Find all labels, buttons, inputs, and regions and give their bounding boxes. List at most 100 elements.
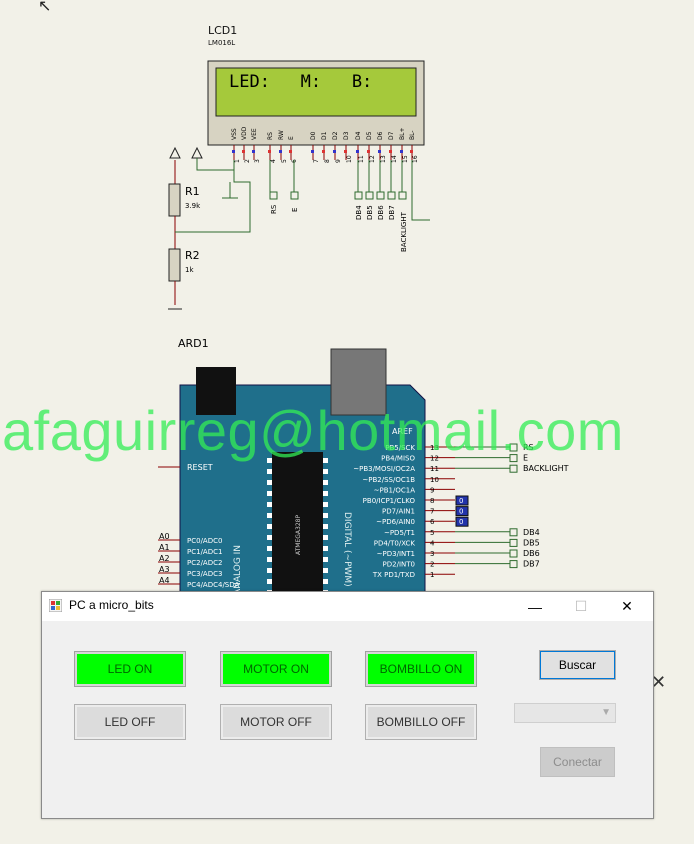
lcd-ref: LCD1 (208, 24, 238, 37)
digital-pin-name: ~PB3/MOSI/OC2A (353, 465, 415, 473)
net-label: DB7 (523, 560, 540, 569)
ard-ref: ARD1 (178, 337, 209, 350)
analog-pin-a-label: A1 (159, 543, 170, 552)
lcd-pin-name: BL- (409, 130, 416, 140)
lcd-net-terminals (269, 191, 407, 200)
led-off-button[interactable]: LED OFF (74, 704, 186, 740)
chip-pin (267, 546, 272, 551)
chip-pin (267, 524, 272, 529)
digital-pin-name: PD4/T0/XCK (374, 539, 416, 547)
net-db7-label: DB7 (388, 205, 396, 220)
mouse-cursor-icon: ↖ (38, 0, 52, 15)
lcd-pin-number: 9 (335, 159, 342, 163)
r1-resistor (168, 160, 181, 250)
pin-state-marker (400, 150, 403, 153)
digital-pin-name: PD7/AIN1 (382, 508, 415, 516)
chip-pin (267, 513, 272, 518)
net-db5-label: DB5 (366, 205, 374, 220)
digital-pin-name: ~PB1/OC1A (374, 486, 416, 494)
lcd-pin-name: D2 (332, 131, 339, 140)
net-label: BACKLIGHT (523, 464, 569, 473)
chip-pin (267, 579, 272, 584)
pin-state-marker (268, 150, 271, 153)
lcd-pin-name: RW (278, 130, 285, 140)
analog-pin-name: PC0/ADC0 (187, 537, 222, 545)
chip-pin (267, 491, 272, 496)
chip-pin (267, 535, 272, 540)
analog-pin-a-label: A0 (159, 532, 170, 541)
lcd-pin-name: D3 (343, 131, 350, 140)
lcd-pin-name: BL+ (399, 128, 406, 141)
port-combo[interactable]: ▼ (514, 703, 616, 723)
reset-label: RESET (187, 463, 213, 472)
lcd-pin-number: 7 (313, 159, 320, 163)
lcd-pin-number: 11 (358, 155, 365, 163)
r1-value: 3.9k (185, 202, 201, 210)
pin-state-marker (344, 150, 347, 153)
lcd-pin-name: D4 (355, 131, 362, 140)
analog-pin-name: PC4/ADC4/SDA (187, 581, 240, 589)
digital-pin-number: 9 (430, 486, 434, 494)
chip-pin (323, 469, 328, 474)
pin-state-marker (410, 150, 413, 153)
lcd-pin-number: 12 (369, 155, 376, 163)
bombillo-on-button[interactable]: BOMBILLO ON (365, 651, 477, 687)
title-bar: PC a micro_bits — ☐ ✕ (42, 592, 653, 621)
chip-pin (323, 557, 328, 562)
digital-pin-number: 5 (430, 529, 434, 537)
digital-pin-number: 7 (430, 508, 434, 516)
chip-pin (323, 568, 328, 573)
minimize-button[interactable]: — (512, 592, 558, 621)
chip-pin (323, 579, 328, 584)
main-dialog: PC a micro_bits — ☐ ✕ LED ON MOTOR ON BO… (41, 591, 654, 819)
chip-pin (323, 502, 328, 507)
chip-pin (267, 568, 272, 573)
digital-pwm-label: DIGITAL (~PWM) (342, 512, 352, 587)
pin-state-marker (289, 150, 292, 153)
connect-button[interactable]: Conectar (540, 747, 615, 777)
chip-pin (323, 491, 328, 496)
digital-pin-number: 6 (430, 518, 435, 526)
lcd-pin-name: E (288, 136, 295, 140)
lcd-pin-number: 10 (346, 155, 353, 163)
lcd-display-text: LED: M: B: (229, 72, 372, 92)
maximize-button[interactable]: ☐ (558, 592, 604, 621)
chip-pin (267, 469, 272, 474)
chip-label: ATMEGA328P (295, 515, 302, 555)
lcd-pin-number: 15 (402, 155, 409, 163)
pin-state-marker (279, 150, 282, 153)
motor-on-button[interactable]: MOTOR ON (220, 651, 332, 687)
power-terminal-icon (191, 146, 203, 159)
digital-pin-number: 11 (430, 465, 439, 473)
net-terminal (509, 464, 518, 473)
chip-pin (323, 480, 328, 485)
window-title: PC a micro_bits (69, 598, 154, 612)
net-terminal (509, 560, 518, 569)
chip-pin (323, 546, 328, 551)
chip-pin (323, 535, 328, 540)
pin-state-marker (252, 150, 255, 153)
digital-pin-number: 8 (430, 497, 434, 505)
net-backlight-label: BACKLIGHT (400, 211, 408, 252)
bombillo-off-button[interactable]: BOMBILLO OFF (365, 704, 477, 740)
lcd-pin-name: D1 (321, 131, 328, 140)
lcd-model: LM016L (208, 39, 236, 47)
digital-pin-name: ~PD3/INT1 (377, 550, 415, 558)
digital-pin-number: 10 (430, 476, 439, 484)
digital-pin-name: ~PB2/SS/OC1B (362, 476, 415, 484)
digital-pin-number: 4 (430, 539, 435, 547)
chip-pin (323, 513, 328, 518)
digital-pin-number: 2 (430, 561, 434, 569)
pin-state-marker (356, 150, 359, 153)
led-on-button[interactable]: LED ON (74, 651, 186, 687)
lcd-pin-name: D5 (366, 131, 373, 140)
close-button[interactable]: ✕ (604, 592, 650, 621)
search-button[interactable]: Buscar (539, 650, 616, 680)
net-db6-label: DB6 (377, 205, 385, 220)
chip-pin (323, 524, 328, 529)
lcd-pin-number: 13 (380, 155, 387, 163)
net-label: DB5 (523, 538, 540, 547)
lcd-pin-name: D6 (377, 131, 384, 140)
motor-off-button[interactable]: MOTOR OFF (220, 704, 332, 740)
pin-state-marker (378, 150, 381, 153)
